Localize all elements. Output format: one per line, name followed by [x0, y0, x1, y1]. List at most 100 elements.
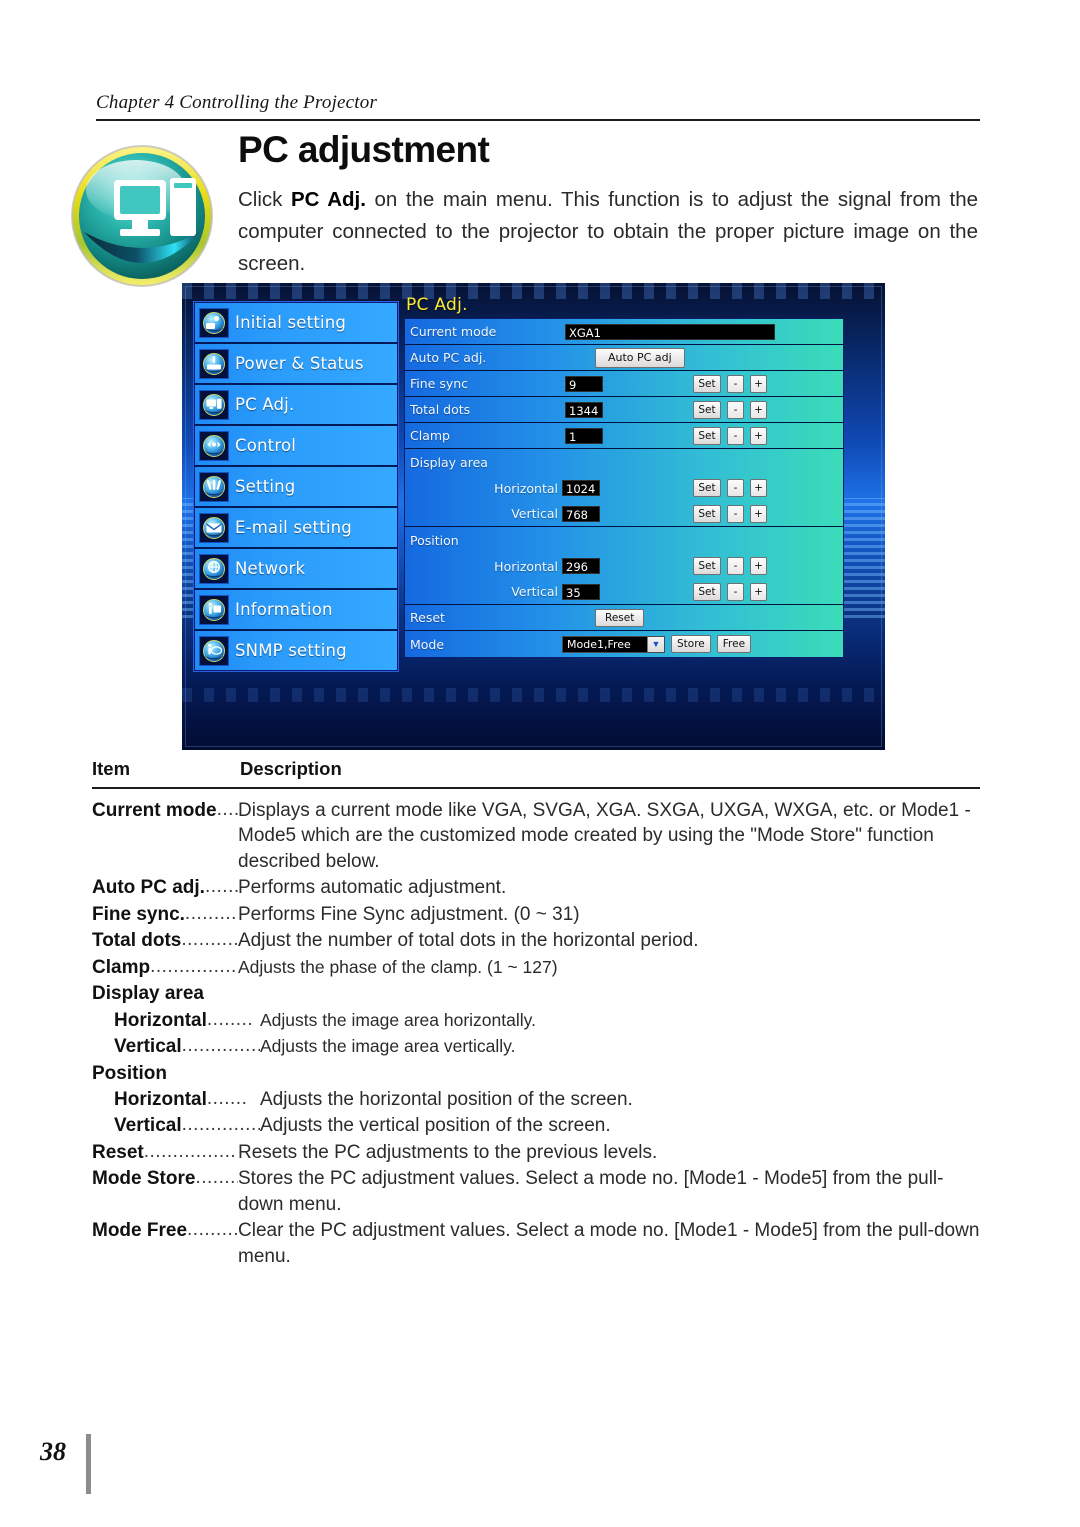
position-horizontal-minus-button[interactable]: - [727, 557, 744, 575]
description-table: Item Description Current mode......Displ… [92, 758, 980, 1270]
mode-select[interactable]: Mode1,Free ▼ [562, 635, 665, 653]
display-area-vertical-input[interactable]: 768 [562, 505, 600, 522]
leader-dots: ....................... [143, 1140, 238, 1162]
sidebar-item-pc-adj[interactable]: PC Adj. [195, 385, 397, 426]
sidebar-item-label: Control [235, 436, 297, 455]
projector-web-ui-screenshot: Initial setting Power & Status PC Adj. C… [182, 283, 885, 750]
sidebar-item-setting[interactable]: Setting [195, 467, 397, 508]
description-body: Performs automatic adjustment. [238, 877, 507, 899]
reset-button[interactable]: Reset [595, 608, 645, 627]
display-area-label: Display area [410, 454, 488, 470]
display-area-vertical-controls: Set - + [693, 504, 767, 523]
display-area-horizontal-input[interactable]: 1024 [562, 480, 600, 496]
sidebar-item-snmp-setting[interactable]: SNMP setting [195, 631, 397, 670]
title-block: PC adjustment Click PC Adj. on the main … [238, 129, 978, 280]
display-area-horizontal-plus-button[interactable]: + [750, 479, 767, 497]
display-area-vertical-minus-button[interactable]: - [727, 504, 744, 523]
sidebar-item-control[interactable]: Control [195, 426, 397, 467]
description-body: Performs Fine Sync adjustment. (0 ~ 31) [238, 903, 580, 925]
clamp-input[interactable]: 1 [565, 427, 603, 444]
position-horizontal-label: Horizontal [494, 558, 558, 574]
sidebar-item-power-status[interactable]: Power & Status [195, 344, 397, 385]
clamp-minus-button[interactable]: - [727, 426, 744, 445]
description-rows: Current mode......Displays a current mod… [92, 798, 980, 1269]
row-reset: Reset Reset [405, 605, 843, 631]
description-term: Horizontal [114, 1088, 207, 1110]
sidebar-item-initial-setting[interactable]: Initial setting [195, 303, 397, 344]
position-horizontal-plus-button[interactable]: + [750, 557, 767, 575]
sidebar-item-label: Initial setting [235, 313, 347, 332]
total-dots-plus-button[interactable]: + [750, 400, 767, 419]
clamp-controls: Set - + [693, 426, 767, 445]
description-body: Adjusts the vertical position of the scr… [260, 1115, 611, 1137]
display-area-horizontal-set-button[interactable]: Set [693, 479, 721, 497]
description-body: Adjust the number of total dots in the h… [238, 930, 699, 952]
leader-dots: .......... [204, 876, 238, 898]
display-area-vertical-plus-button[interactable]: + [750, 504, 767, 523]
position-vertical-set-button[interactable]: Set [693, 582, 721, 601]
leader-dots: ........... [187, 1219, 238, 1241]
description-term-cell: Horizontal........ [92, 1008, 260, 1033]
position-vertical-input[interactable]: 35 [562, 583, 600, 600]
page-title: PC adjustment [238, 129, 490, 170]
mode-store-button[interactable]: Store [671, 635, 711, 653]
description-row: Horizontal........ Adjusts the image area… [92, 1008, 980, 1033]
snmp-setting-icon [199, 635, 229, 666]
description-table-rule [92, 787, 980, 789]
row-fine-sync: Fine sync 9 Set - + [405, 371, 843, 397]
total-dots-label: Total dots [410, 402, 471, 417]
description-body: Displays a current mode like VGA, SVGA, … [238, 800, 971, 872]
sidebar-item-information[interactable]: Information [195, 590, 397, 631]
fine-sync-input[interactable]: 9 [565, 375, 603, 392]
row-current-mode: Current mode XGA1 [405, 319, 843, 345]
description-term-cell: Auto PC adj........... [92, 875, 238, 900]
description-term: Reset [92, 1141, 144, 1163]
description-term-cell: Mode Free........... [92, 1218, 238, 1243]
leader-dots: ...... [216, 799, 238, 820]
description-term-cell: Fine sync............... [92, 902, 238, 927]
description-row: Vertical.............. Adjusts the image … [92, 1034, 980, 1059]
sidebar-item-network[interactable]: Network [195, 549, 397, 590]
description-term-cell: Horizontal....... [92, 1087, 260, 1112]
column-header-item: Item [92, 758, 131, 779]
leader-dots: .............. [181, 929, 238, 951]
auto-pc-adj-button[interactable]: Auto PC adj [595, 347, 685, 368]
leader-dots: .............. [184, 902, 238, 924]
position-vertical-controls: Set - + [693, 582, 767, 601]
display-area-horizontal-controls: Set - + [693, 479, 767, 497]
row-mode: Mode Mode1,Free ▼ Store Free [405, 631, 843, 657]
current-mode-label: Current mode [410, 324, 497, 339]
sidebar-item-label: PC Adj. [235, 395, 295, 414]
pc-adj-settings-table: Current mode XGA1 Auto PC adj. Auto PC a… [404, 318, 844, 658]
description-term-cell: Reset....................... [92, 1140, 238, 1165]
fine-sync-plus-button[interactable]: + [750, 374, 767, 393]
email-icon [199, 512, 229, 543]
display-area-horizontal-minus-button[interactable]: - [727, 479, 744, 497]
total-dots-input[interactable]: 1344 [565, 401, 603, 418]
mode-free-button[interactable]: Free [716, 635, 752, 653]
sidebar-item-email-setting[interactable]: E-mail setting [195, 508, 397, 549]
description-row: Mode Free...........Clear the PC adjustm… [92, 1218, 980, 1269]
description-row: Horizontal....... Adjusts the horizontal … [92, 1087, 980, 1112]
total-dots-minus-button[interactable]: - [727, 400, 744, 419]
clamp-plus-button[interactable]: + [750, 426, 767, 445]
description-term: Mode Store [92, 1168, 196, 1190]
row-display-area-vertical: Vertical 768 Set - + [405, 501, 843, 527]
fine-sync-minus-button[interactable]: - [727, 374, 744, 393]
row-position-horizontal: Horizontal 296 Set - + [405, 553, 843, 579]
header-rule [96, 119, 980, 121]
row-display-area-header: Display area [405, 449, 843, 475]
description-body: Adjusts the image area horizontally. [260, 1009, 536, 1030]
fine-sync-set-button[interactable]: Set [693, 374, 721, 393]
description-body: Stores the PC adjustment values. Select … [238, 1168, 944, 1215]
computer-monitor-tower-icon [64, 142, 224, 294]
position-vertical-minus-button[interactable]: - [727, 582, 744, 601]
display-area-vertical-set-button[interactable]: Set [693, 504, 721, 523]
position-vertical-plus-button[interactable]: + [750, 582, 767, 601]
position-horizontal-input[interactable]: 296 [562, 558, 600, 574]
position-horizontal-set-button[interactable]: Set [693, 557, 721, 575]
clamp-set-button[interactable]: Set [693, 426, 721, 445]
sidebar-item-label: E-mail setting [235, 518, 352, 537]
description-term: Vertical [114, 1115, 182, 1137]
total-dots-set-button[interactable]: Set [693, 400, 721, 419]
